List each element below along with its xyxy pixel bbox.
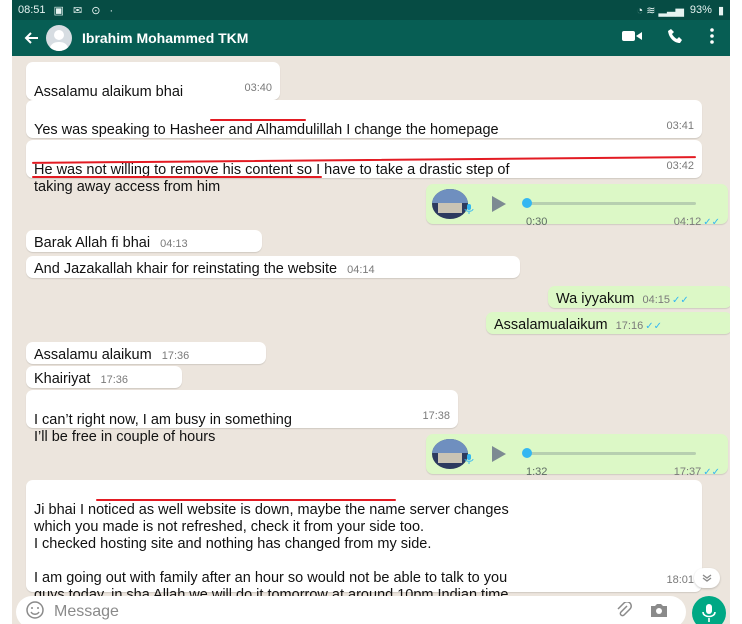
- red-underline: [96, 499, 396, 501]
- attach-icon[interactable]: [616, 600, 632, 623]
- incoming-message[interactable]: Assalamu alaikum 17:36: [26, 342, 266, 364]
- phone-icon[interactable]: [668, 28, 684, 49]
- incoming-message[interactable]: I can’t right now, I am busy in somethin…: [26, 390, 458, 445]
- incoming-message[interactable]: Khairiyat 17:36: [26, 366, 182, 388]
- double-tick-icon: ✓✓: [645, 321, 662, 332]
- message-time: 17:38: [422, 410, 450, 422]
- double-tick-icon: ✓✓: [671, 295, 689, 306]
- message-text: Khairiyat: [34, 371, 91, 387]
- message-input[interactable]: Message: [54, 603, 119, 621]
- voice-duration: 1:32: [526, 466, 548, 478]
- status-time: 08:51: [18, 4, 46, 16]
- incoming-message[interactable]: Barak Allah fi bhai 04:13: [26, 230, 262, 252]
- voice-sender-avatar: [432, 439, 468, 469]
- play-icon[interactable]: [492, 196, 506, 212]
- chat-screen: 08:51 ▣ ✉ ⊙ · ◔ ≋ ▂▃▅ 93% ▮ Ibrahim Moha…: [12, 0, 730, 624]
- battery-icon: ▮: [717, 4, 724, 17]
- message-input-bar[interactable]: Message: [16, 596, 686, 624]
- emoji-icon[interactable]: [26, 600, 44, 624]
- message-time: 04:13: [160, 238, 188, 250]
- incoming-message[interactable]: Yes was speaking to Hasheer and Alhamdul…: [26, 100, 702, 155]
- battery-level: 93%: [689, 4, 712, 16]
- voice-message[interactable]: 0:30 04:12 ✓✓: [426, 184, 728, 228]
- message-text: Wa iyyakum: [556, 291, 635, 307]
- message-time: 03:42: [666, 160, 694, 172]
- message-time: 18:01: [666, 574, 694, 586]
- message-text: Assalamualaikum: [494, 317, 608, 333]
- message-time: 04:15: [642, 294, 670, 306]
- mic-icon: [702, 604, 716, 622]
- contact-name[interactable]: Ibrahim Mohammed TKM: [82, 30, 248, 46]
- message-text: And Jazakallah khair for reinstating the…: [34, 261, 338, 277]
- voice-duration: 0:30: [526, 216, 548, 228]
- red-underline: [32, 176, 322, 178]
- message-time: 03:40: [244, 82, 272, 94]
- voice-progress-handle[interactable]: [522, 448, 532, 458]
- incoming-message[interactable]: Assalamu alaikum bhai Alhamdulillah bhai…: [26, 62, 280, 117]
- video-call-icon[interactable]: [622, 29, 642, 48]
- incoming-message[interactable]: And Jazakallah khair for reinstating the…: [26, 256, 520, 278]
- voice-progress-track[interactable]: [526, 202, 696, 205]
- message-time: 03:41: [666, 120, 694, 132]
- camera-icon[interactable]: [650, 602, 668, 623]
- voice-progress-handle[interactable]: [522, 198, 532, 208]
- chat-header: Ibrahim Mohammed TKM: [12, 20, 730, 56]
- incoming-message[interactable]: He was not willing to remove his content…: [26, 140, 702, 195]
- voice-progress-track[interactable]: [526, 452, 696, 455]
- double-tick-icon: ✓✓: [703, 467, 720, 478]
- message-text: I can’t right now, I am busy in somethin…: [34, 412, 292, 445]
- voice-message[interactable]: 1:32 17:37 ✓✓: [426, 434, 728, 478]
- red-underline: [210, 119, 306, 121]
- message-text: Ji bhai I noticed as well website is dow…: [34, 502, 509, 603]
- message-time-with-ticks: 04:12 ✓✓: [674, 214, 720, 231]
- message-time: 17:36: [100, 374, 128, 386]
- avatar-icon[interactable]: [46, 25, 72, 51]
- arrow-back-icon[interactable]: [20, 27, 42, 49]
- outgoing-message[interactable]: Assalamualaikum 17:16 ✓✓: [486, 312, 730, 334]
- message-list[interactable]: Assalamu alaikum bhai Alhamdulillah bhai…: [12, 56, 730, 603]
- message-text: Barak Allah fi bhai: [34, 235, 151, 251]
- voice-record-button[interactable]: [692, 596, 726, 624]
- message-time: 04:14: [347, 264, 375, 276]
- signal-icon: ◔ ≋ ▂▃▅: [636, 4, 684, 17]
- double-tick-icon: ✓✓: [703, 217, 720, 228]
- more-icon[interactable]: [710, 27, 714, 49]
- outgoing-message[interactable]: Wa iyyakum 04:15 ✓✓: [548, 286, 730, 308]
- mic-icon: [464, 454, 474, 464]
- message-time: 17:16: [615, 320, 644, 332]
- mic-icon: [464, 204, 474, 214]
- message-time: 17:36: [161, 350, 190, 362]
- message-time: 17:37: [673, 466, 702, 478]
- message-text: Assalamu alaikum: [34, 347, 152, 363]
- chevron-down-icon: [702, 574, 712, 582]
- status-bar: 08:51 ▣ ✉ ⊙ · ◔ ≋ ▂▃▅ 93% ▮: [12, 0, 730, 20]
- message-time-with-ticks: 17:37 ✓✓: [674, 464, 720, 481]
- message-time: 04:12: [673, 216, 702, 228]
- incoming-message[interactable]: Ji bhai I noticed as well website is dow…: [26, 480, 702, 603]
- play-icon[interactable]: [492, 446, 506, 462]
- voice-sender-avatar: [432, 189, 468, 219]
- notification-icons: ▣ ✉ ⊙ ·: [53, 4, 117, 17]
- scroll-down-button[interactable]: [694, 568, 720, 588]
